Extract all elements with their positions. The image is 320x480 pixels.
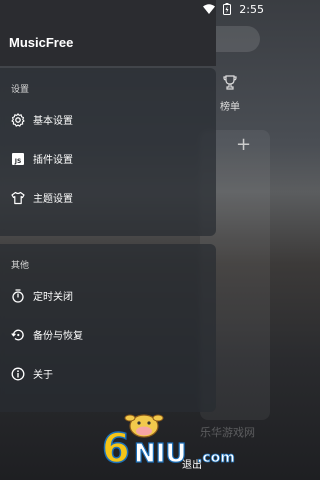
other-section: 其他 定时关闭 备份与恢复 关于 [0,244,216,412]
site-watermark-logo: 6 NIU .com [100,404,250,474]
background-rank-entry: 榜单 [210,74,250,114]
wifi-icon [203,3,216,15]
svg-text:JS: JS [13,158,21,165]
backup-restore-icon [10,327,25,342]
other-section-title: 其他 [11,261,30,271]
tshirt-icon [10,190,25,205]
js-file-icon: JS [10,151,25,166]
logout-button[interactable]: 退出 [182,456,202,471]
menu-item-about[interactable]: 关于 [0,354,216,393]
status-time: 2:55 [239,2,264,16]
add-icon: + [236,134,252,155]
settings-section-title: 设置 [11,85,30,95]
svg-text:.com: .com [197,450,235,466]
app-title: MusicFree [9,34,74,50]
menu-item-plugin-settings[interactable]: JS 插件设置 [0,139,216,178]
battery-icon [221,3,233,15]
rank-label: 榜单 [220,102,240,113]
menu-item-label: 基本设置 [33,116,73,127]
timer-icon [10,288,25,303]
menu-item-backup-restore[interactable]: 备份与恢复 [0,315,216,354]
menu-item-label: 插件设置 [33,155,73,166]
menu-item-theme-settings[interactable]: 主题设置 [0,178,216,217]
menu-item-label: 备份与恢复 [33,331,83,342]
trophy-icon [222,74,238,94]
menu-item-label: 主题设置 [33,194,73,205]
svg-text:NIU: NIU [134,439,187,469]
menu-item-sleep-timer[interactable]: 定时关闭 [0,276,216,315]
info-icon [10,366,25,381]
status-bar: 2:55 [0,0,270,18]
gear-icon [10,112,25,127]
menu-item-basic-settings[interactable]: 基本设置 [0,100,216,139]
settings-section: 设置 基本设置 JS 插件设置 主题设置 [0,68,216,236]
svg-text:6: 6 [102,426,130,472]
menu-item-label: 定时关闭 [33,292,73,303]
menu-item-label: 关于 [33,370,53,381]
